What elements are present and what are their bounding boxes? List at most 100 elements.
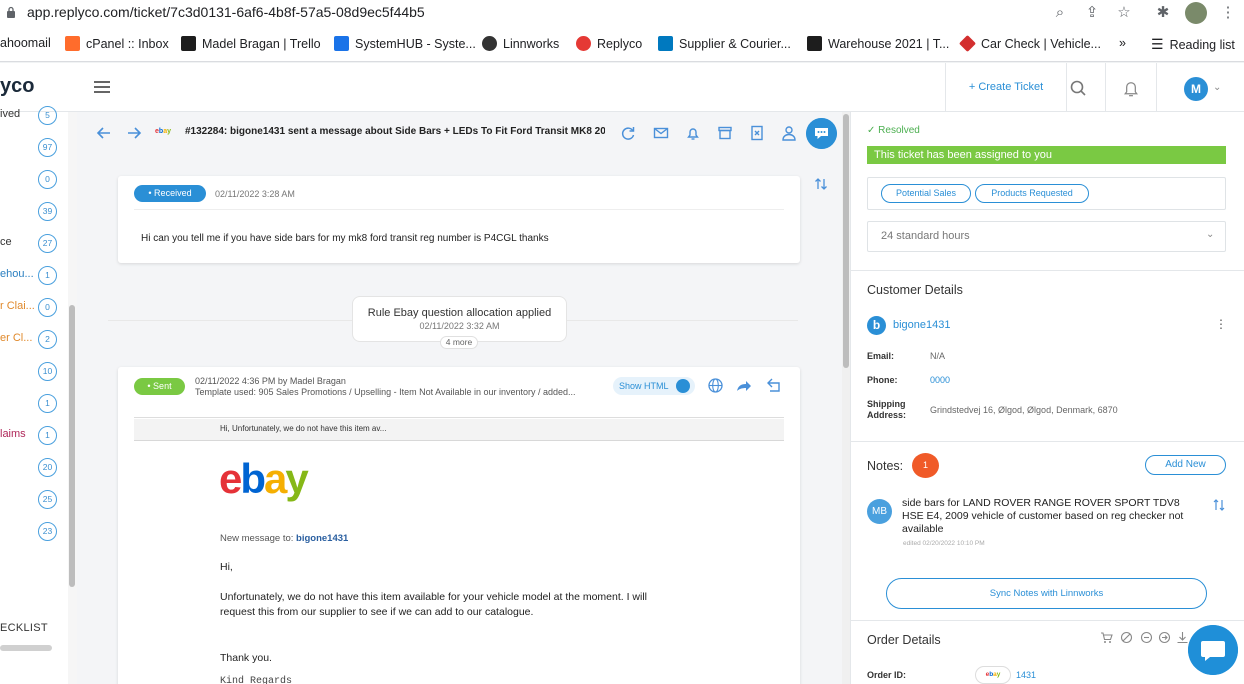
bookmark-supplier[interactable]: Supplier & Courier...	[658, 36, 791, 51]
more-events-button[interactable]: 4 more	[440, 336, 478, 349]
chat-icon[interactable]	[806, 118, 837, 149]
status-resolved[interactable]: ✓ Resolved	[867, 125, 920, 136]
forward-arrow-icon[interactable]	[125, 124, 143, 142]
delete-file-icon[interactable]	[748, 124, 766, 142]
phone-label: Phone:	[867, 375, 898, 385]
download-icon[interactable]	[1176, 631, 1189, 644]
sidebar-item-count: 0	[38, 170, 57, 189]
shipping-label: Shipping	[867, 399, 906, 409]
tag-products-requested[interactable]: Products Requested	[975, 184, 1089, 203]
trello-icon	[181, 36, 196, 51]
message-timestamp: 02/11/2022 3:28 AM	[215, 189, 295, 199]
globe-icon[interactable]	[707, 377, 724, 394]
extensions-icon[interactable]: ✱	[1154, 4, 1172, 22]
bookmark-carcheck[interactable]: Car Check | Vehicle...	[959, 35, 1101, 52]
reading-list-icon: ☰	[1151, 36, 1164, 52]
menu-kebab-icon[interactable]: ⋮	[1219, 4, 1237, 22]
sidebar-item[interactable]: ce 27	[0, 234, 68, 254]
sort-order-icon[interactable]	[1212, 498, 1226, 512]
sidebar-item[interactable]: 0	[0, 170, 68, 190]
sidebar-item-count: 1	[38, 266, 57, 285]
sidebar-item[interactable]: ehou... 1	[0, 266, 68, 286]
forward-icon[interactable]	[735, 377, 752, 394]
sidebar-item-count: 20	[38, 458, 57, 477]
sidebar-item[interactable]: 25	[0, 490, 68, 510]
sidebar-item-count: 1	[38, 426, 57, 445]
sidebar-scroll-thumb[interactable]	[69, 305, 75, 587]
sidebar-item[interactable]: r Clai... 0	[0, 298, 68, 318]
user-avatar[interactable]: M	[1184, 77, 1208, 101]
sidebar-item-count: 97	[38, 138, 57, 157]
chevron-down-icon[interactable]: ⌄	[1206, 229, 1214, 240]
sidebar-item[interactable]: ived 5	[0, 106, 68, 126]
email-value: N/A	[930, 351, 946, 361]
carcheck-icon	[959, 35, 976, 52]
cpanel-icon	[65, 36, 80, 51]
cart-icon[interactable]	[1100, 631, 1113, 644]
toggle-knob[interactable]	[676, 379, 690, 393]
back-arrow-icon[interactable]	[95, 124, 113, 142]
bookmark-cpanel[interactable]: cPanel :: Inbox	[65, 36, 169, 51]
email-preheader: Hi, Unfortunately, we do not have this i…	[220, 424, 387, 433]
add-note-button[interactable]: Add New	[1145, 455, 1226, 475]
bookmark-warehouse[interactable]: Warehouse 2021 | T...	[807, 36, 949, 51]
sort-order-icon[interactable]	[813, 176, 829, 192]
sidebar-item[interactable]: er Cl... 2	[0, 330, 68, 350]
mail-icon[interactable]	[652, 124, 670, 142]
notes-title: Notes:	[867, 459, 904, 473]
sidebar-item[interactable]: 20	[0, 458, 68, 478]
reading-list[interactable]: ☰ Reading list	[1151, 36, 1235, 53]
cancel-order-icon[interactable]	[1120, 631, 1133, 644]
shipping-address: Grindstedvej 16, Ølgod, Ølgod, Denmark, …	[930, 405, 1118, 415]
phone-value[interactable]: 0000	[930, 375, 950, 385]
return-icon[interactable]	[1158, 631, 1171, 644]
hamburger-menu-icon[interactable]	[94, 81, 110, 93]
sla-select[interactable]: 24 standard hours	[867, 221, 1226, 252]
sidebar-item[interactable]: 97	[0, 138, 68, 158]
sidebar-item[interactable]: 1	[0, 394, 68, 414]
sidebar-item[interactable]: 23	[0, 522, 68, 542]
url-text[interactable]: app.replyco.com/ticket/7c3d0131-6af6-4b8…	[27, 4, 425, 20]
bookmarks-bar: ahoomail cPanel :: Inbox Madel Bragan | …	[0, 27, 1244, 62]
bookmark-replyco[interactable]: Replyco	[576, 36, 642, 51]
assign-user-icon[interactable]	[780, 124, 798, 142]
bookmark-trello[interactable]: Madel Bragan | Trello	[181, 36, 321, 51]
divider	[134, 209, 784, 210]
sidebar-item[interactable]: 10	[0, 362, 68, 382]
share-icon[interactable]: ⇪	[1083, 4, 1101, 22]
create-ticket-button[interactable]: + Create Ticket	[945, 63, 1067, 112]
template-used: Template used: 905 Sales Promotions / Up…	[195, 387, 576, 397]
zoom-icon[interactable]: ⌕	[1051, 4, 1069, 22]
chevron-down-icon[interactable]: ⌄	[1213, 82, 1221, 93]
sidebar-item-label: laims	[0, 428, 26, 440]
bookmark-yahoomail[interactable]: ahoomail	[0, 36, 51, 50]
bookmark-linnworks[interactable]: Linnworks	[482, 36, 559, 51]
refresh-icon[interactable]	[619, 124, 637, 142]
sidebar-item[interactable]: laims 1	[0, 426, 68, 446]
bookmark-systemhub[interactable]: SystemHUB - Syste...	[334, 36, 476, 51]
tag-potential-sales[interactable]: Potential Sales	[881, 184, 971, 203]
shipping-label: Address:	[867, 410, 907, 420]
order-id-value[interactable]: 1431	[1016, 670, 1036, 680]
star-icon[interactable]: ☆	[1115, 4, 1133, 22]
note-edited-timestamp: edited 02/20/2022 10:10 PM	[903, 540, 985, 547]
sidebar-item-count: 39	[38, 202, 57, 221]
reply-icon[interactable]	[766, 377, 783, 394]
order-details-title: Order Details	[867, 633, 941, 647]
alert-bell-icon[interactable]	[684, 124, 702, 142]
bookmarks-overflow[interactable]: »	[1119, 36, 1126, 50]
conversation-scroll-thumb[interactable]	[843, 114, 849, 368]
sync-notes-button[interactable]: Sync Notes with Linnworks	[886, 578, 1207, 609]
profile-avatar[interactable]	[1185, 2, 1207, 24]
customer-name[interactable]: bigone1431	[893, 319, 951, 331]
app-logo[interactable]: yco	[0, 75, 34, 98]
archive-icon[interactable]	[716, 124, 734, 142]
notifications-bell-icon[interactable]	[1105, 63, 1157, 112]
checklist-label[interactable]: ECKLIST	[0, 622, 48, 634]
refund-icon[interactable]	[1140, 631, 1153, 644]
sidebar-item[interactable]: 39	[0, 202, 68, 222]
live-chat-icon[interactable]	[1188, 625, 1238, 675]
customer-avatar: b	[867, 316, 886, 335]
search-icon[interactable]	[1067, 63, 1089, 112]
more-options-icon[interactable]: ⋮	[1215, 317, 1227, 331]
